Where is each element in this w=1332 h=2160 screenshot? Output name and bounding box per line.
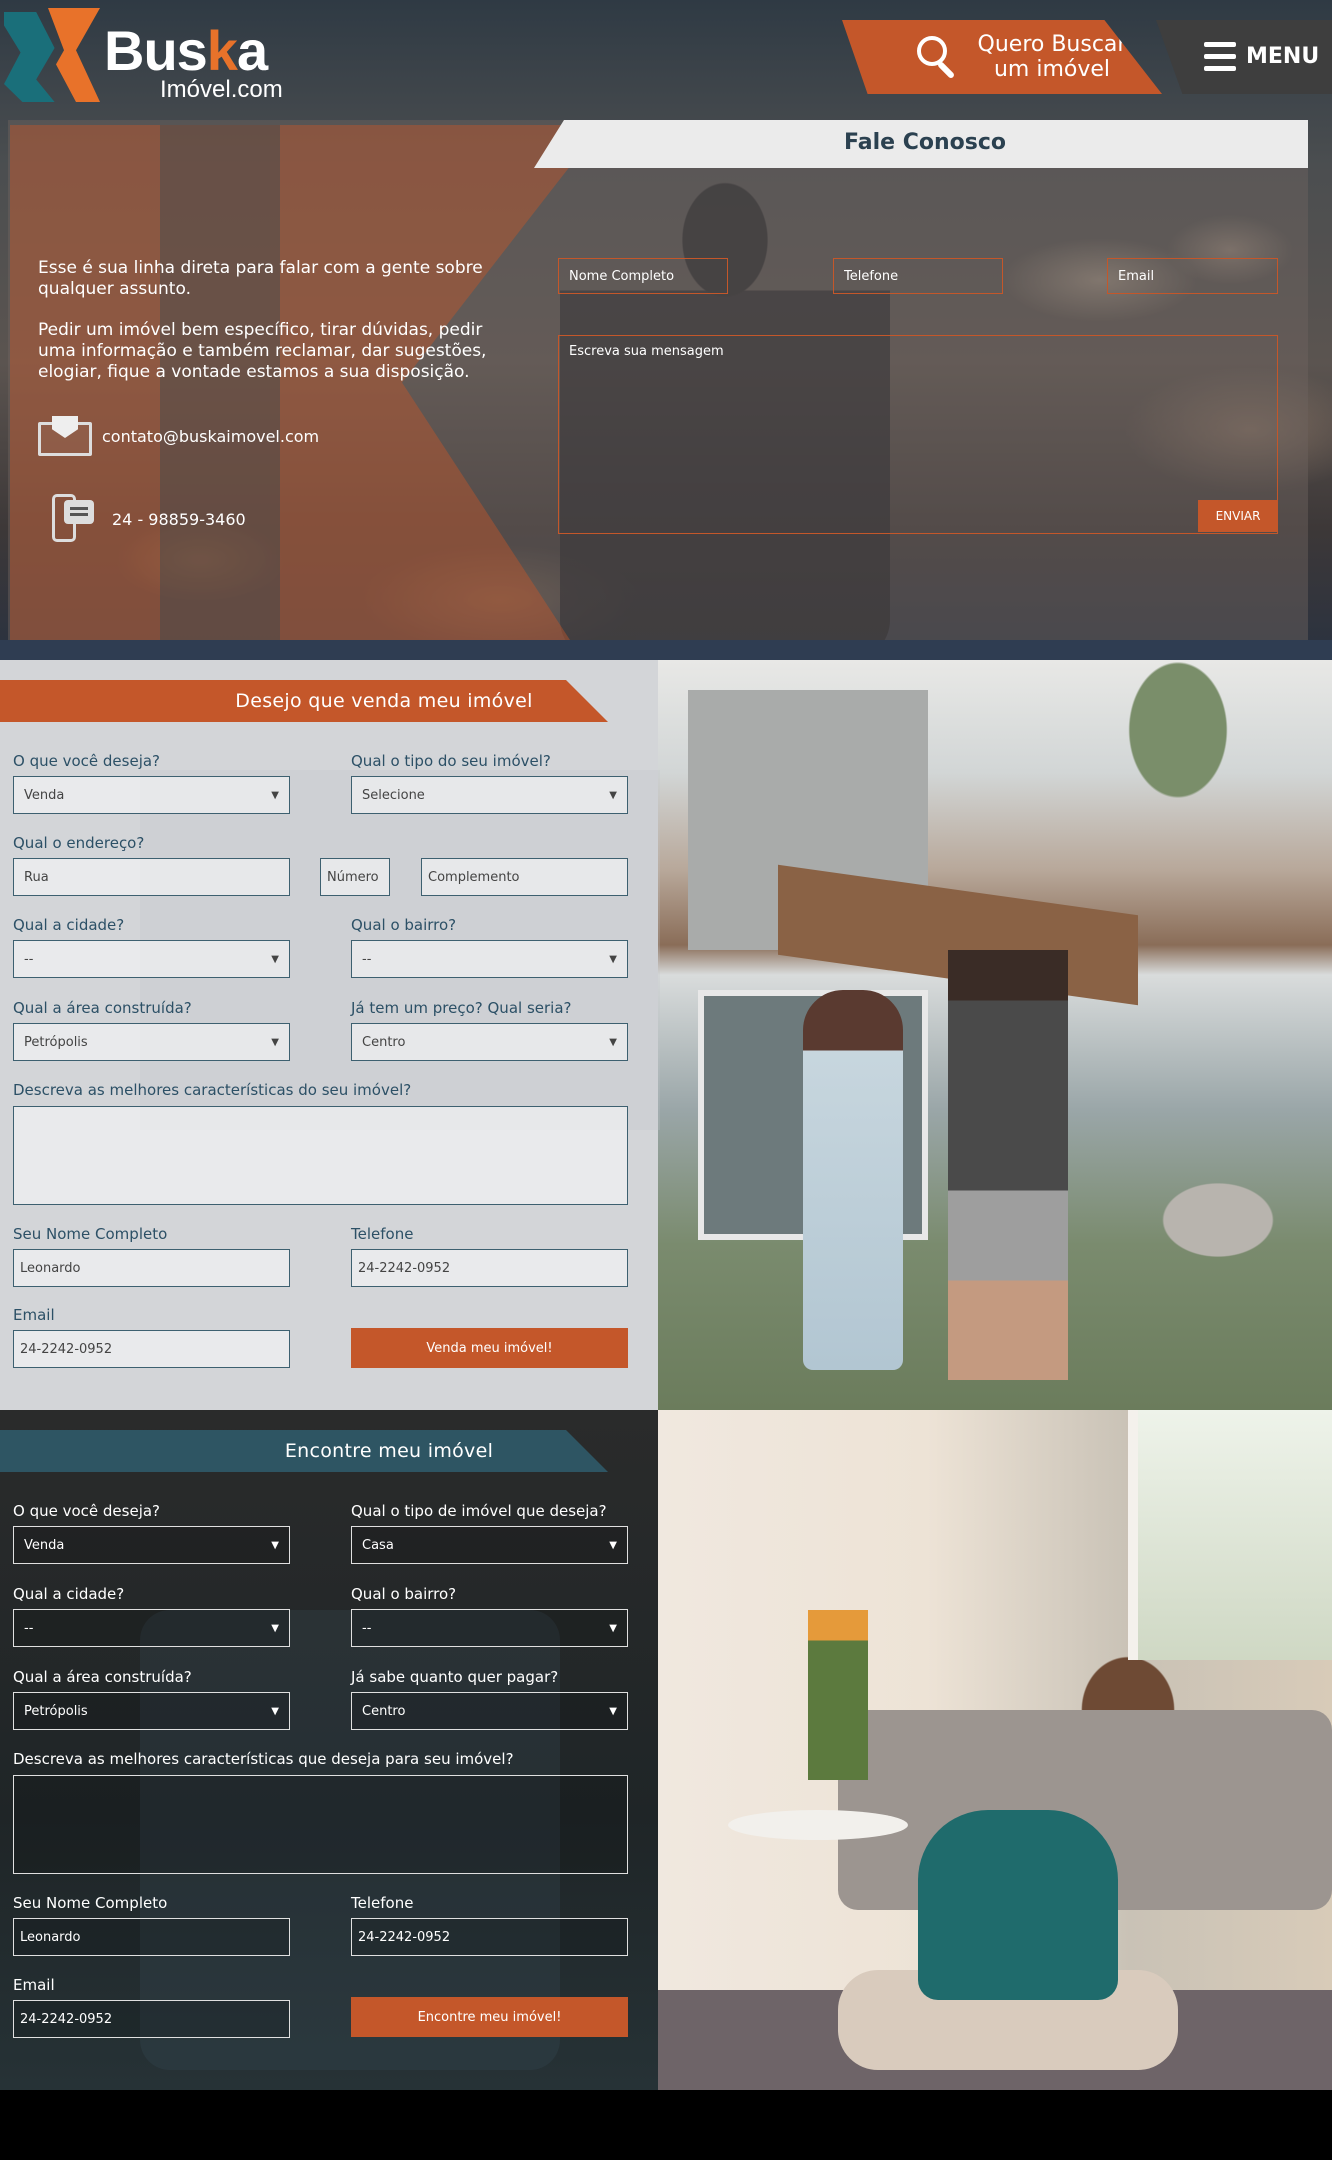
section-divider xyxy=(0,640,1332,660)
woman-sofa-photo xyxy=(658,1410,1332,2090)
chevron-down-icon: ▼ xyxy=(609,953,617,965)
sell-price-select[interactable]: Centro ▼ xyxy=(351,1023,628,1061)
menu-icon xyxy=(1204,42,1236,72)
menu-label: MENU xyxy=(1246,44,1320,69)
find-title: Encontre meu imóvel xyxy=(284,1440,494,1462)
sell-submit-button[interactable]: Venda meu imóvel! xyxy=(351,1328,628,1368)
chevron-down-icon: ▼ xyxy=(271,1036,279,1048)
find-desc-label: Descreva as melhores características que… xyxy=(13,1750,514,1768)
find-district-label: Qual o bairro? xyxy=(351,1585,457,1603)
sell-type-select[interactable]: Selecione ▼ xyxy=(351,776,628,814)
sell-title-band: Desejo que venda meu imóvel xyxy=(0,680,608,722)
contact-section: Buska Imóvel.com Quero Buscar um imóvel … xyxy=(0,0,1332,660)
sell-district-label: Qual o bairro? xyxy=(351,916,457,934)
logo-domain: Imóvel.com xyxy=(160,76,283,103)
sell-phone-input[interactable]: 24-2242-0952 xyxy=(351,1249,628,1287)
find-district-select[interactable]: -- ▼ xyxy=(351,1609,628,1647)
page-footer-space xyxy=(0,2090,1332,2160)
find-city-select[interactable]: -- ▼ xyxy=(13,1609,290,1647)
chevron-down-icon: ▼ xyxy=(271,789,279,801)
find-type-label: Qual o tipo de imóvel que deseja? xyxy=(351,1502,607,1520)
logo-wordmark: Buska xyxy=(104,19,268,82)
contact-email[interactable]: contato@buskaimovel.com xyxy=(102,427,319,446)
sell-address-label: Qual o endereço? xyxy=(13,834,145,852)
chevron-down-icon: ▼ xyxy=(271,1622,279,1634)
sell-price-label: Já tem um preço? Qual seria? xyxy=(351,999,572,1017)
chevron-down-icon: ▼ xyxy=(609,789,617,801)
sell-complement-input[interactable]: Complemento xyxy=(421,858,628,896)
sell-email-label: Email xyxy=(13,1306,55,1324)
find-title-band: Encontre meu imóvel xyxy=(0,1430,608,1472)
search-property-button[interactable]: Quero Buscar um imóvel xyxy=(842,20,1162,94)
find-phone-label: Telefone xyxy=(351,1894,414,1912)
brand-logo[interactable]: Buska Imóvel.com xyxy=(0,8,300,108)
find-section: Encontre meu imóvel O que você deseja? V… xyxy=(0,1410,1332,2090)
chevron-down-icon: ▼ xyxy=(271,1539,279,1551)
contact-intro-text-2: Pedir um imóvel bem específico, tirar dú… xyxy=(38,320,487,382)
chevron-down-icon: ▼ xyxy=(609,1036,617,1048)
sell-name-input[interactable]: Leonardo xyxy=(13,1249,290,1287)
sell-district-select[interactable]: -- ▼ xyxy=(351,940,628,978)
find-phone-input[interactable]: 24-2242-0952 xyxy=(351,1918,628,1956)
contact-name-input[interactable] xyxy=(558,258,728,294)
find-area-label: Qual a área construída? xyxy=(13,1668,192,1686)
find-name-input[interactable]: Leonardo xyxy=(13,1918,290,1956)
couple-house-photo xyxy=(658,660,1332,1410)
contact-title-tab: Fale Conosco xyxy=(534,120,1308,168)
chevron-down-icon: ▼ xyxy=(609,1539,617,1551)
find-type-select[interactable]: Casa ▼ xyxy=(351,1526,628,1564)
sell-area-select[interactable]: Petrópolis ▼ xyxy=(13,1023,290,1061)
contact-phone-row[interactable]: 24 - 98859-3460 xyxy=(38,494,246,544)
find-submit-button[interactable]: Encontre meu imóvel! xyxy=(351,1997,628,2037)
sell-city-label: Qual a cidade? xyxy=(13,916,125,934)
sell-area-label: Qual a área construída? xyxy=(13,999,192,1017)
sell-section: Desejo que venda meu imóvel O que você d… xyxy=(0,660,1332,1410)
sell-street-input[interactable]: Rua xyxy=(13,858,290,896)
chevron-down-icon: ▼ xyxy=(609,1622,617,1634)
chevron-down-icon: ▼ xyxy=(271,1705,279,1717)
page: Buska Imóvel.com Quero Buscar um imóvel … xyxy=(0,0,1332,2160)
sell-want-label: O que você deseja? xyxy=(13,752,161,770)
contact-intro-text-1: Esse é sua linha direta para falar com a… xyxy=(38,258,483,299)
find-want-select[interactable]: Venda ▼ xyxy=(13,1526,290,1564)
sell-number-input[interactable]: Número xyxy=(320,858,390,896)
contact-title: Fale Conosco xyxy=(844,130,1006,155)
sell-title: Desejo que venda meu imóvel xyxy=(235,690,533,712)
find-email-label: Email xyxy=(13,1976,55,1994)
sell-desc-textarea[interactable] xyxy=(13,1106,628,1205)
phone-chat-icon xyxy=(52,494,96,544)
chevron-down-icon: ▼ xyxy=(271,953,279,965)
find-area-select[interactable]: Petrópolis ▼ xyxy=(13,1692,290,1730)
envelope-icon xyxy=(38,414,94,458)
contact-phone-input[interactable] xyxy=(833,258,1003,294)
sell-name-label: Seu Nome Completo xyxy=(13,1225,168,1243)
find-want-label: O que você deseja? xyxy=(13,1502,161,1520)
search-icon xyxy=(917,36,957,80)
menu-button[interactable]: MENU xyxy=(1156,20,1332,94)
contact-phone: 24 - 98859-3460 xyxy=(112,509,246,529)
find-price-label: Já sabe quanto quer pagar? xyxy=(351,1668,559,1686)
sell-city-select[interactable]: -- ▼ xyxy=(13,940,290,978)
contact-message-input[interactable] xyxy=(558,335,1278,534)
sell-type-label: Qual o tipo do seu imóvel? xyxy=(351,752,551,770)
sell-desc-label: Descreva as melhores características do … xyxy=(13,1081,412,1099)
contact-intro: Esse é sua linha direta para falar com a… xyxy=(38,258,518,403)
sell-want-select[interactable]: Venda ▼ xyxy=(13,776,290,814)
send-button[interactable]: ENVIAR xyxy=(1198,500,1278,532)
sell-phone-label: Telefone xyxy=(351,1225,414,1243)
find-email-input[interactable]: 24-2242-0952 xyxy=(13,2000,290,2038)
find-city-label: Qual a cidade? xyxy=(13,1585,125,1603)
find-desc-textarea[interactable] xyxy=(13,1775,628,1874)
find-price-select[interactable]: Centro ▼ xyxy=(351,1692,628,1730)
sell-email-input[interactable]: 24-2242-0952 xyxy=(13,1330,290,1368)
find-name-label: Seu Nome Completo xyxy=(13,1894,168,1912)
search-property-label: Quero Buscar um imóvel xyxy=(977,32,1127,82)
contact-email-row[interactable]: contato@buskaimovel.com xyxy=(38,414,319,458)
contact-email-input[interactable] xyxy=(1107,258,1278,294)
chevron-down-icon: ▼ xyxy=(609,1705,617,1717)
